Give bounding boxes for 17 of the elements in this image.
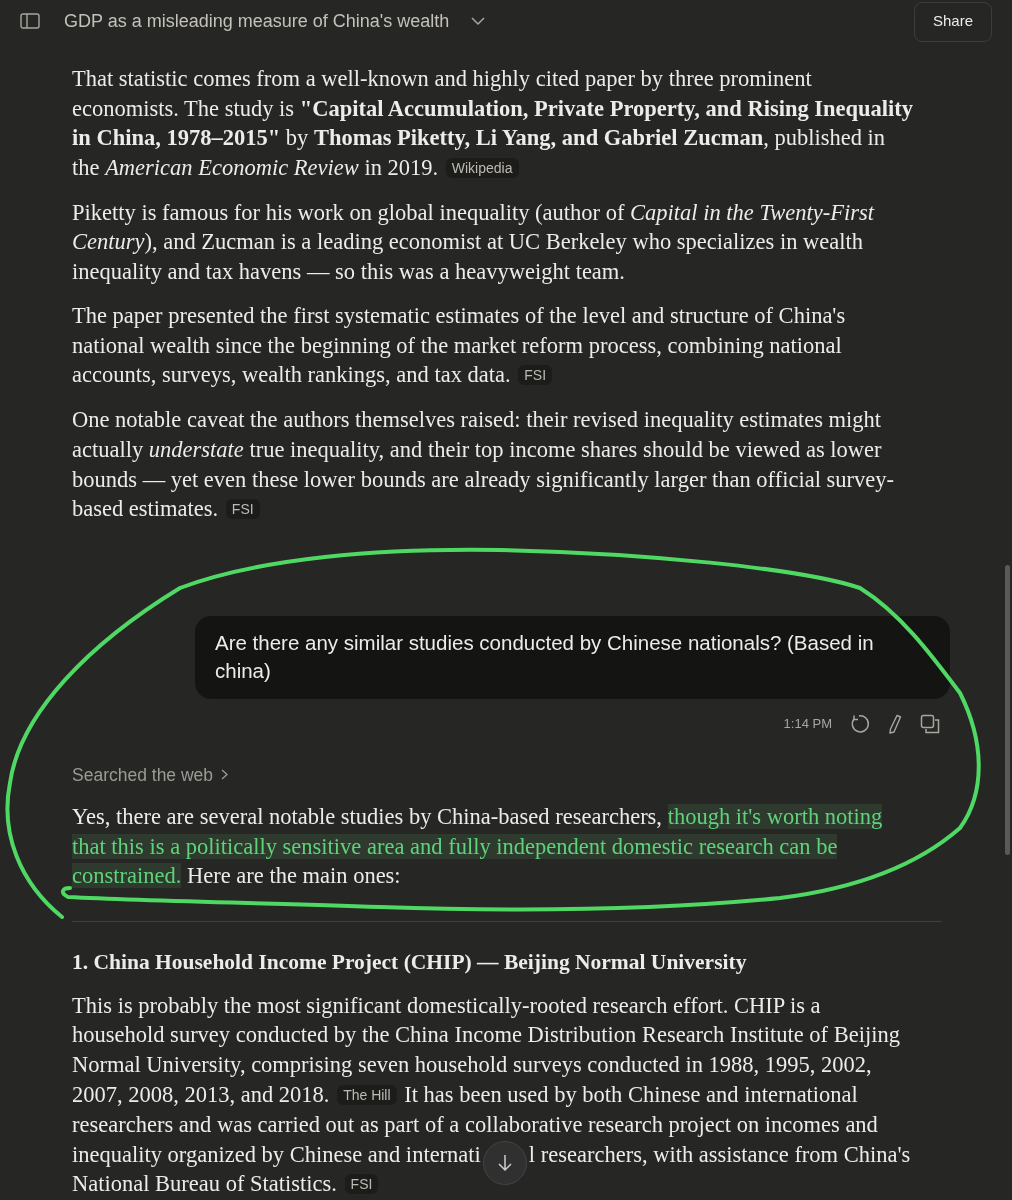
paragraph: Yes, there are several notable studies by China-based researchers, though it's worth noting that this is a politically sensitive area and fully independent domestic research can be constrained. Here are the main ones: [72, 803, 884, 891]
paragraph: Piketty is famous for his work on global inequality (author of Capital in the Twenty-First Century), and Zucman is a leading economist at UC Berkeley who specializes in wealth inequality and tax havens — so this was a heavyweight team. [72, 198, 876, 287]
chevron-right-icon[interactable] [221, 769, 229, 781]
scroll-down-button[interactable] [483, 1141, 527, 1185]
scrollbar-thumb[interactable] [1005, 565, 1010, 855]
searched-web-link[interactable]: Searched the web [72, 761, 214, 789]
copy-icon[interactable] [920, 713, 940, 734]
retry-icon[interactable] [850, 713, 870, 734]
conversation-title[interactable]: GDP as a misleading measure of China's wealth [64, 7, 450, 35]
user-message: Are there any similar studies conducted by Chinese nationals? (Based in china) [215, 629, 875, 684]
message-time: 1:14 PM [783, 715, 832, 734]
share-button[interactable]: Share [913, 1, 992, 42]
sidebar-icon[interactable] [20, 13, 40, 29]
arrow-down-icon [498, 1154, 512, 1172]
chevron-down-icon[interactable] [471, 16, 486, 26]
section-heading: 1. China Household Income Project (CHIP) — Beijing Normal University [72, 948, 748, 976]
pencil-icon[interactable] [888, 713, 902, 734]
